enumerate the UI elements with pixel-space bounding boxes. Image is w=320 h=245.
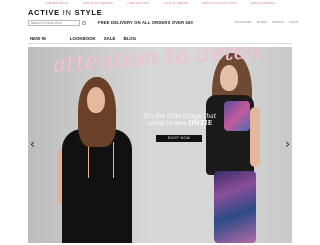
site-logo[interactable]: ACTIVE IN STYLE bbox=[28, 8, 102, 17]
promo-item[interactable]: SUMMER READY bbox=[45, 2, 69, 5]
model-left-face bbox=[87, 87, 105, 113]
promo-item[interactable]: NEW SWIMWEAR bbox=[251, 2, 275, 5]
model-left-straps bbox=[88, 142, 114, 178]
contact-link[interactable]: CONTACT bbox=[272, 21, 284, 24]
model-right-face bbox=[220, 65, 238, 91]
search-icon[interactable] bbox=[82, 20, 86, 25]
promo-item[interactable]: FREE DELIVERY bbox=[127, 2, 150, 5]
tagline-line-1: It's the little things that bbox=[143, 113, 217, 120]
promo-item[interactable]: SHOP BY BRAND bbox=[164, 2, 188, 5]
hero-banner[interactable]: attention to detail It's the little thin… bbox=[28, 47, 292, 243]
nav-item-new-in[interactable]: NEW IN bbox=[28, 36, 60, 41]
promo-item[interactable]: NEW FAVOURITE LOOKS bbox=[202, 2, 237, 5]
login-link[interactable]: LOG IN bbox=[289, 21, 298, 24]
nav-item-sale[interactable]: SALE bbox=[100, 36, 120, 41]
tagline-brand: ONZIE bbox=[188, 120, 213, 127]
logo-part-style: STYLE bbox=[74, 8, 103, 17]
shop-now-button[interactable]: SHOP NOW bbox=[156, 135, 202, 142]
main-nav: NEW IN LOOKBOOK SALE BLOG bbox=[28, 36, 140, 41]
model-right-arm bbox=[250, 107, 260, 167]
nav-item-blog[interactable]: BLOG bbox=[119, 36, 140, 41]
model-right-leggings bbox=[214, 171, 256, 243]
promo-item[interactable]: NEW IN ACTIVEWEAR bbox=[83, 2, 114, 5]
tagline-line-2: count in new ONZIE bbox=[140, 120, 220, 127]
nav-divider bbox=[28, 43, 292, 44]
promo-strip: SUMMER READY NEW IN ACTIVEWEAR FREE DELI… bbox=[0, 0, 320, 6]
my-bag-link[interactable]: MY BAG bbox=[257, 21, 267, 24]
utility-bar: FREE DELIVERY ON ALL ORDERS OVER £60 MY … bbox=[28, 19, 298, 28]
logo-part-in: IN bbox=[62, 8, 72, 17]
model-right-sports-bra bbox=[224, 101, 250, 131]
tagline-line-2-text: count in new bbox=[147, 120, 187, 127]
nav-item-lookbook[interactable]: LOOKBOOK bbox=[60, 36, 100, 41]
my-account-link[interactable]: MY ACCOUNT bbox=[235, 21, 252, 24]
hero-tagline: It's the little things that count in new… bbox=[140, 113, 220, 127]
logo-part-active: ACTIVE bbox=[28, 8, 60, 17]
chevron-left-icon[interactable]: ‹ bbox=[30, 137, 35, 151]
search-input[interactable] bbox=[28, 20, 80, 26]
account-links: MY ACCOUNT MY BAG CONTACT LOG IN bbox=[235, 21, 298, 24]
free-delivery-banner: FREE DELIVERY ON ALL ORDERS OVER £60 bbox=[98, 20, 194, 25]
chevron-right-icon[interactable]: › bbox=[285, 137, 290, 151]
